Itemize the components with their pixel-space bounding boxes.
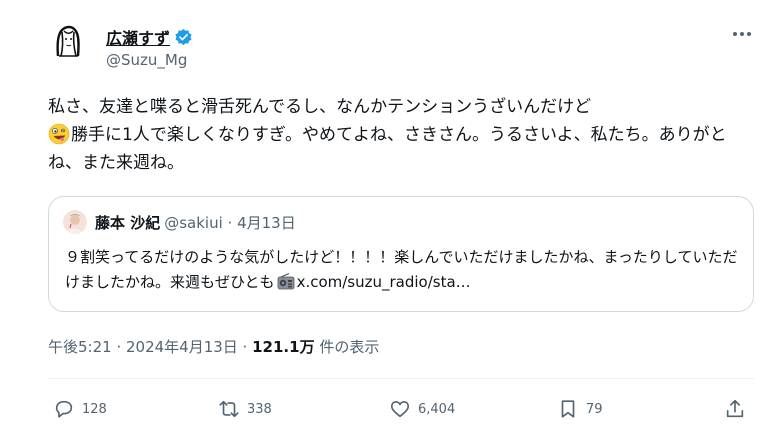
- quoted-author-name[interactable]: 藤本 沙紀: [95, 214, 160, 232]
- tweet-text: 私さ、友達と喋ると滑舌死んでるし、なんかテンションうざいんだけど 勝手に1人で楽…: [48, 93, 748, 177]
- author-name-row: 広瀬すず: [106, 25, 193, 49]
- bookmark-count: 79: [586, 401, 603, 417]
- bookmark-icon: [561, 400, 575, 418]
- tweet-text-part1: 私さ、友達と喋ると滑舌死んでるし、なんかテンションうざいんだけど: [48, 97, 592, 117]
- tweet-timestamp[interactable]: 午後5:21 · 2024年4月13日 ·: [48, 338, 247, 356]
- views-count: 121.1万: [252, 338, 315, 356]
- tweet-meta: 午後5:21 · 2024年4月13日 · 121.1万 件の表示: [48, 336, 379, 357]
- avatar-illustration-icon: [48, 22, 88, 62]
- reply-button[interactable]: 128: [53, 398, 107, 420]
- like-count: 6,404: [418, 401, 456, 417]
- reply-icon: [55, 400, 73, 418]
- quoted-header: 藤本 沙紀 @sakiui · 4月13日: [95, 212, 296, 233]
- bookmark-button[interactable]: 79: [557, 398, 603, 420]
- verified-badge-icon: [174, 28, 193, 47]
- author-avatar[interactable]: [48, 22, 88, 62]
- quoted-tweet-card[interactable]: 藤本 沙紀 @sakiui · 4月13日 ９割笑ってるだけのような気がしたけど！…: [48, 196, 754, 312]
- views-label: 件の表示: [319, 338, 380, 356]
- like-button[interactable]: 6,404: [389, 398, 455, 420]
- share-button[interactable]: [724, 398, 746, 420]
- author-handle[interactable]: @Suzu_Mg: [106, 51, 187, 69]
- quoted-link[interactable]: x.com/suzu_radio/sta…: [297, 273, 471, 291]
- divider: [48, 378, 754, 379]
- tweet-text-part2: 勝手に1人で楽しくなりすぎ。やめてよね、さきさん。うるさいよ、私たち。ありがとね…: [48, 125, 727, 173]
- quoted-avatar-photo-icon: [63, 210, 87, 234]
- radio-icon: [277, 272, 295, 290]
- quoted-handle-date: @sakiui · 4月13日: [164, 214, 296, 232]
- repost-count: 338: [247, 401, 272, 417]
- heart-icon: [390, 401, 410, 418]
- zany-face-icon: [48, 123, 70, 145]
- repost-button[interactable]: 338: [218, 398, 272, 420]
- share-icon: [726, 399, 744, 418]
- reply-count: 128: [82, 401, 107, 417]
- more-options-icon[interactable]: [730, 24, 754, 44]
- quoted-author-avatar[interactable]: [63, 210, 87, 234]
- tweet-card: 広瀬すず @Suzu_Mg 私さ、友達と喋ると滑舌死んでるし、なんかテンションう…: [0, 0, 776, 443]
- quoted-tweet-text: ９割笑ってるだけのような気がしたけど！！！！楽しんでいただけましたかね、まったり…: [65, 245, 745, 295]
- author-display-name[interactable]: 広瀬すず: [106, 25, 170, 49]
- repost-icon: [219, 400, 239, 418]
